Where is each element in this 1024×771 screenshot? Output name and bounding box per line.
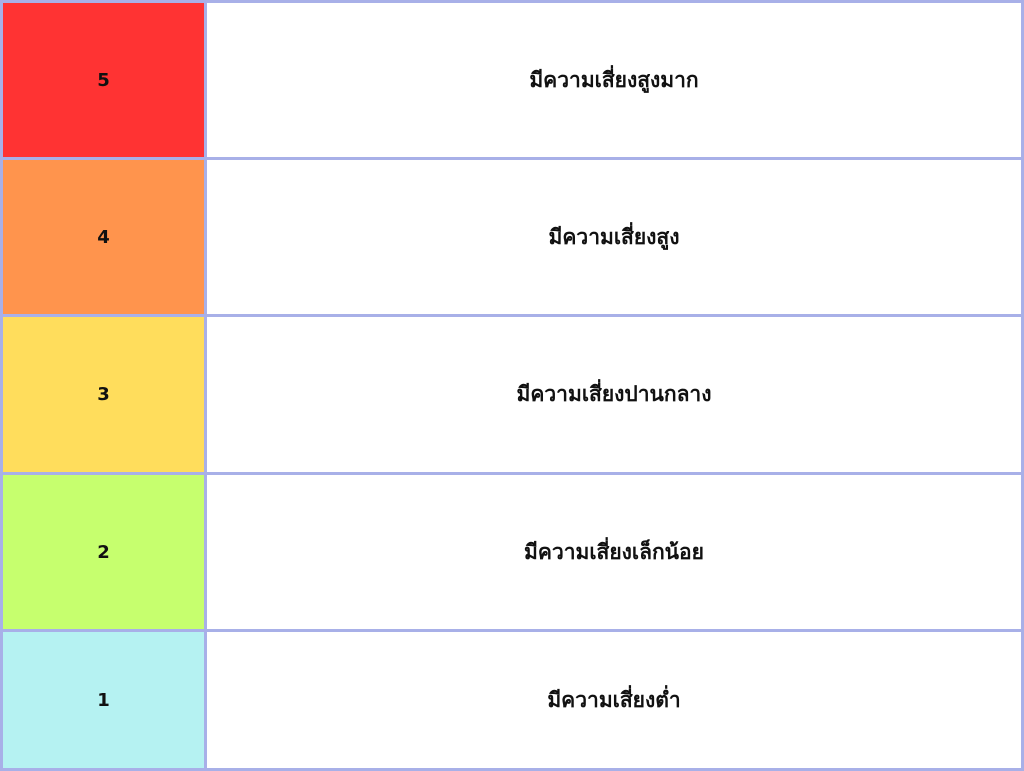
risk-level-description: มีความเสี่ยงสูงมาก [204, 0, 1024, 160]
risk-row-level-1: 1 มีความเสี่ยงต่ำ [0, 629, 1024, 771]
risk-row-level-3: 3 มีความเสี่ยงปานกลาง [0, 314, 1024, 475]
risk-row-level-4: 4 มีความเสี่ยงสูง [0, 157, 1024, 317]
risk-level-number: 2 [0, 472, 207, 632]
risk-level-number: 1 [0, 629, 207, 771]
risk-level-number: 3 [0, 314, 207, 475]
risk-level-description: มีความเสี่ยงสูง [204, 157, 1024, 317]
risk-level-table: 5 มีความเสี่ยงสูงมาก 4 มีความเสี่ยงสูง 3… [0, 0, 1024, 771]
risk-level-description: มีความเสี่ยงเล็กน้อย [204, 472, 1024, 632]
risk-level-description: มีความเสี่ยงต่ำ [204, 629, 1024, 771]
risk-row-level-2: 2 มีความเสี่ยงเล็กน้อย [0, 472, 1024, 632]
risk-row-level-5: 5 มีความเสี่ยงสูงมาก [0, 0, 1024, 160]
risk-level-number: 5 [0, 0, 207, 160]
risk-level-number: 4 [0, 157, 207, 317]
risk-level-description: มีความเสี่ยงปานกลาง [204, 314, 1024, 475]
